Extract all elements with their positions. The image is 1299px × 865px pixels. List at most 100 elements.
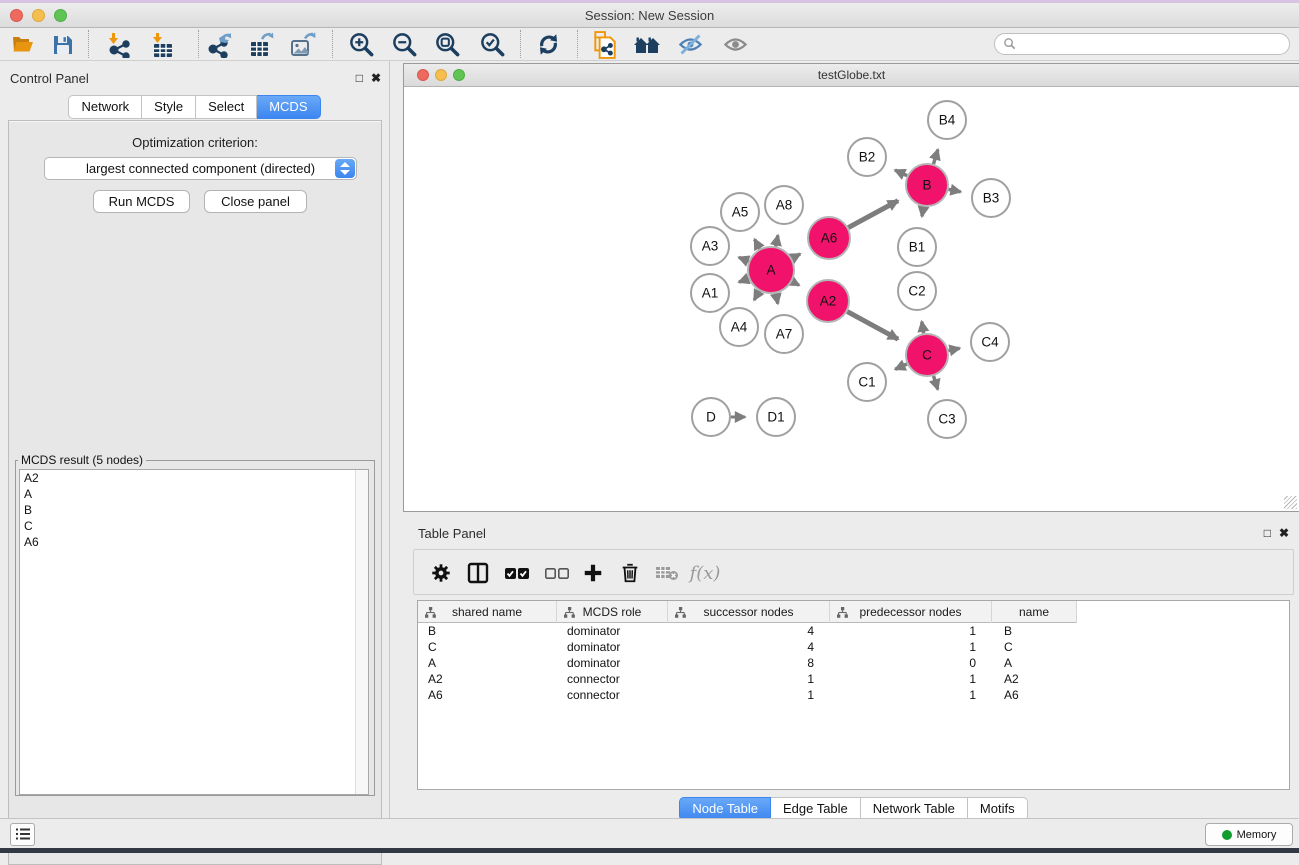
- home-icon[interactable]: [630, 31, 664, 58]
- edge-A-A2[interactable]: [792, 281, 799, 285]
- column-header-shared-name[interactable]: shared name: [418, 601, 557, 623]
- node-C3[interactable]: C3: [928, 400, 966, 438]
- edge-B-B4[interactable]: [933, 150, 937, 164]
- cell-shared-name[interactable]: B: [418, 623, 557, 639]
- cell-shared-name[interactable]: A6: [418, 687, 557, 703]
- function-builder-icon[interactable]: f(x): [690, 559, 720, 587]
- tab-select[interactable]: Select: [196, 95, 257, 119]
- edge-C-C2[interactable]: [922, 322, 924, 334]
- node-B2[interactable]: B2: [848, 138, 886, 176]
- table-row[interactable]: Cdominator41C: [418, 639, 1289, 655]
- node-C[interactable]: C: [906, 334, 948, 376]
- table-row[interactable]: Adominator80A: [418, 655, 1289, 671]
- eye-icon[interactable]: [718, 31, 752, 58]
- cell-predecessor-nodes[interactable]: 1: [830, 671, 992, 687]
- import-table-icon[interactable]: [146, 31, 180, 58]
- node-B3[interactable]: B3: [972, 179, 1010, 217]
- edge-B-B3[interactable]: [949, 189, 961, 191]
- close-panel-button[interactable]: Close panel: [204, 190, 307, 213]
- edge-A2-C[interactable]: [847, 312, 898, 340]
- node-D1[interactable]: D1: [757, 398, 795, 436]
- close-panel-icon[interactable]: ✖: [371, 71, 381, 85]
- edge-C-C1[interactable]: [895, 364, 907, 369]
- search-input[interactable]: [994, 33, 1290, 55]
- edge-A-A7[interactable]: [776, 294, 778, 304]
- column-header-name[interactable]: name: [992, 601, 1077, 623]
- cell-MCDS-role[interactable]: dominator: [557, 639, 668, 655]
- mcds-result-item[interactable]: B: [20, 502, 368, 518]
- export-network-icon[interactable]: [202, 31, 236, 58]
- node-A4[interactable]: A4: [720, 308, 758, 346]
- column-header-predecessor-nodes[interactable]: predecessor nodes: [830, 601, 992, 623]
- mcds-result-item[interactable]: A2: [20, 470, 368, 486]
- cell-name[interactable]: B: [992, 623, 1077, 639]
- cell-successor-nodes[interactable]: 4: [668, 623, 830, 639]
- node-C2[interactable]: C2: [898, 272, 936, 310]
- node-C1[interactable]: C1: [848, 363, 886, 401]
- cell-MCDS-role[interactable]: dominator: [557, 623, 668, 639]
- edge-A6-B[interactable]: [848, 201, 898, 228]
- optimization-criterion-select[interactable]: largest connected component (directed): [44, 157, 357, 180]
- select-all-icon[interactable]: [502, 559, 532, 587]
- clone-network-icon[interactable]: [588, 31, 622, 58]
- node-A1[interactable]: A1: [691, 274, 729, 312]
- node-C4[interactable]: C4: [971, 323, 1009, 361]
- scrollbar-track[interactable]: [355, 470, 368, 794]
- refresh-layout-icon[interactable]: [531, 31, 565, 58]
- cell-shared-name[interactable]: A: [418, 655, 557, 671]
- mcds-result-item[interactable]: A: [20, 486, 368, 502]
- cell-name[interactable]: C: [992, 639, 1077, 655]
- node-A[interactable]: A: [748, 247, 794, 293]
- edge-A-A8[interactable]: [776, 235, 778, 246]
- node-B1[interactable]: B1: [898, 228, 936, 266]
- close-panel-icon[interactable]: ✖: [1279, 526, 1289, 540]
- cell-successor-nodes[interactable]: 1: [668, 671, 830, 687]
- mcds-result-item[interactable]: A6: [20, 534, 368, 550]
- import-network-icon[interactable]: [102, 31, 136, 58]
- cell-predecessor-nodes[interactable]: 1: [830, 639, 992, 655]
- cell-successor-nodes[interactable]: 8: [668, 655, 830, 671]
- open-file-icon[interactable]: [6, 31, 40, 58]
- node-A5[interactable]: A5: [721, 193, 759, 231]
- node-B4[interactable]: B4: [928, 101, 966, 139]
- network-window-titlebar[interactable]: testGlobe.txt: [404, 64, 1299, 87]
- column-header-MCDS-role[interactable]: MCDS role: [557, 601, 668, 623]
- cell-shared-name[interactable]: C: [418, 639, 557, 655]
- zoom-fit-icon[interactable]: [430, 31, 464, 58]
- edge-A-A4[interactable]: [754, 291, 759, 300]
- settings-gear-icon[interactable]: [426, 559, 456, 587]
- node-D[interactable]: D: [692, 398, 730, 436]
- node-A8[interactable]: A8: [765, 186, 803, 224]
- node-A2[interactable]: A2: [807, 280, 849, 322]
- cell-predecessor-nodes[interactable]: 1: [830, 687, 992, 703]
- cell-name[interactable]: A2: [992, 671, 1077, 687]
- column-header-successor-nodes[interactable]: successor nodes: [668, 601, 830, 623]
- export-image-icon[interactable]: [286, 31, 320, 58]
- edge-A-A5[interactable]: [755, 239, 760, 248]
- cell-shared-name[interactable]: A2: [418, 671, 557, 687]
- delete-icon[interactable]: [615, 559, 645, 587]
- deselect-all-icon[interactable]: [542, 559, 572, 587]
- edge-A-A1[interactable]: [739, 278, 749, 282]
- mcds-result-item[interactable]: C: [20, 518, 368, 534]
- memory-button[interactable]: Memory: [1205, 823, 1293, 846]
- cell-MCDS-role[interactable]: connector: [557, 671, 668, 687]
- graphics-details-icon[interactable]: [673, 31, 707, 58]
- edge-C-C4[interactable]: [949, 348, 960, 350]
- node-A7[interactable]: A7: [765, 315, 803, 353]
- save-session-icon[interactable]: [46, 31, 80, 58]
- tab-style[interactable]: Style: [142, 95, 196, 119]
- zoom-out-icon[interactable]: [387, 31, 421, 58]
- cell-predecessor-nodes[interactable]: 0: [830, 655, 992, 671]
- table-row[interactable]: A6connector11A6: [418, 687, 1289, 703]
- cell-name[interactable]: A: [992, 655, 1077, 671]
- edge-A-A3[interactable]: [739, 257, 749, 261]
- add-column-icon[interactable]: [578, 559, 608, 587]
- float-panel-icon[interactable]: □: [1264, 526, 1271, 540]
- edge-A-A6[interactable]: [792, 254, 800, 258]
- zoom-in-icon[interactable]: [344, 31, 378, 58]
- edge-B-B2[interactable]: [895, 170, 907, 176]
- column-panel-icon[interactable]: [463, 559, 493, 587]
- network-canvas[interactable]: B4B2BB3A8A5A6B1A3AC2A1A2A4A7C4CC1DD1C3: [404, 87, 1298, 511]
- zoom-selected-icon[interactable]: [475, 31, 509, 58]
